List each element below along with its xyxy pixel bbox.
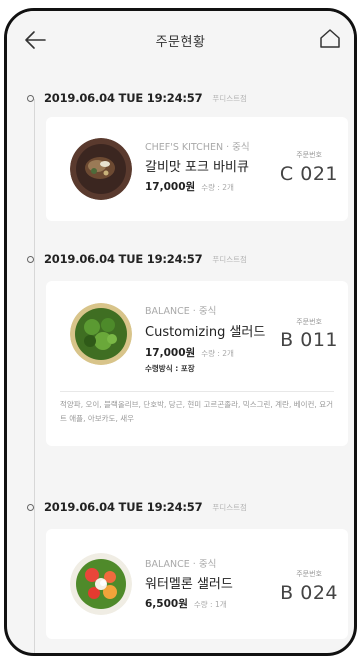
price-row: 17,000원 수량 : 2개 — [145, 345, 234, 360]
order-header: 2019.06.04 TUE 19:24:57 푸디스트점 — [27, 90, 247, 106]
order-datetime: 2019.06.04 TUE 19:24:57 — [44, 500, 203, 514]
price-row: 6,500원 수량 : 1개 — [145, 596, 227, 611]
custom-salad-dish-image — [70, 303, 132, 365]
timeline-dot — [27, 255, 34, 263]
order-card[interactable]: BALANCE · 중식 Customizing 샐러드 17,000원 수량 … — [46, 281, 348, 446]
order-header: 2019.06.04 TUE 19:24:57 푸디스트점 — [27, 499, 247, 515]
order-datetime: 2019.06.04 TUE 19:24:57 — [44, 91, 203, 105]
menu-price: 6,500원 — [145, 598, 188, 610]
price-row: 17,000원 수량 : 2개 — [145, 179, 234, 194]
order-card[interactable]: CHEF'S KITCHEN · 중식 갈비맛 포크 바비큐 17,000원 수… — [46, 117, 348, 221]
order-store: 푸디스트점 — [212, 93, 247, 103]
menu-qty: 수량 : 2개 — [201, 183, 234, 192]
watermelon-salad-dish-image — [70, 553, 132, 615]
card-divider — [60, 391, 334, 392]
home-icon[interactable] — [318, 27, 342, 51]
timeline-dot — [27, 94, 34, 102]
top-bar: 주문현황 — [7, 11, 354, 69]
pork-bbq-dish-image — [70, 138, 132, 200]
order-store: 푸디스트점 — [212, 254, 247, 264]
timeline-dot — [27, 503, 34, 511]
order-card[interactable]: BALANCE · 중식 워터멜론 샐러드 6,500원 수량 : 1개 주문번… — [46, 529, 348, 639]
menu-qty: 수량 : 2개 — [201, 349, 234, 358]
menu-name: 워터멜론 샐러드 — [145, 577, 233, 592]
menu-category: CHEF'S KITCHEN · 중식 — [145, 142, 250, 153]
timeline-line — [34, 99, 35, 653]
menu-qty: 수량 : 1개 — [193, 600, 227, 609]
menu-price: 17,000원 — [145, 347, 196, 359]
order-number-label: 주문번호 — [296, 570, 322, 578]
order-number-label: 주문번호 — [296, 318, 322, 326]
arrow-left-icon[interactable] — [23, 29, 47, 51]
menu-category: BALANCE · 중식 — [145, 306, 217, 317]
ingredients-list: 적양파, 오이, 블랙올리브, 단호박, 당근, 현미 고르곤졸라, 믹스그린,… — [60, 400, 333, 423]
order-header: 2019.06.04 TUE 19:24:57 푸디스트점 — [27, 251, 247, 267]
menu-category: BALANCE · 중식 — [145, 559, 217, 570]
menu-name: 갈비맛 포크 바비큐 — [145, 160, 249, 175]
menu-name: Customizing 샐러드 — [145, 325, 266, 340]
order-number: B 011 — [280, 329, 338, 351]
order-store: 푸디스트점 — [212, 502, 247, 512]
menu-price: 17,000원 — [145, 181, 196, 193]
page-title: 주문현황 — [155, 34, 206, 50]
phone-frame: 주문현황 2019.06.04 TUE 19:24:57 푸디스트점 CHEF'… — [4, 8, 357, 656]
order-number: B 024 — [280, 582, 338, 604]
order-number-label: 주문번호 — [296, 151, 322, 159]
pickup-option: 수령방식 : 포장 — [145, 364, 195, 373]
order-number: C 021 — [279, 163, 338, 185]
order-datetime: 2019.06.04 TUE 19:24:57 — [44, 252, 203, 266]
